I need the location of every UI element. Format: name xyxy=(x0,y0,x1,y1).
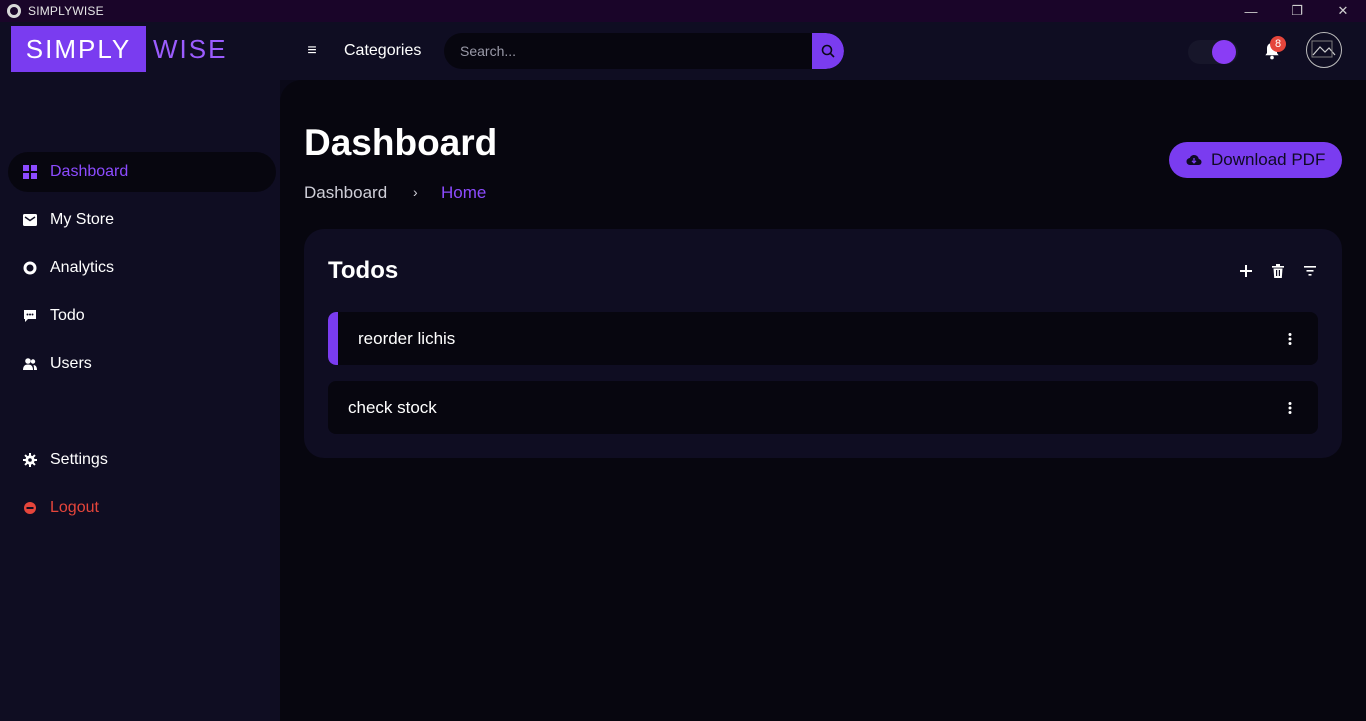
todo-highlight-bar xyxy=(328,312,338,365)
search-icon xyxy=(821,44,835,58)
logo-part-simply: SIMPLY xyxy=(11,26,146,72)
delete-todos-button[interactable] xyxy=(1268,261,1288,281)
minimize-button[interactable]: — xyxy=(1228,0,1274,22)
filter-icon xyxy=(1304,266,1316,276)
todo-more-button[interactable] xyxy=(1282,398,1298,418)
search-bar xyxy=(444,33,844,69)
notification-badge: 8 xyxy=(1270,36,1286,52)
breadcrumb-separator-icon: › xyxy=(413,184,418,200)
todo-more-button[interactable] xyxy=(1282,329,1298,349)
store-icon xyxy=(22,212,38,228)
donut-chart-icon xyxy=(22,260,38,276)
gear-icon xyxy=(22,452,38,468)
plus-icon xyxy=(1240,265,1252,277)
sidebar-item-label: Logout xyxy=(50,499,99,516)
more-vertical-icon xyxy=(1288,402,1292,414)
logo[interactable]: SIMPLY WISE xyxy=(11,26,227,72)
sidebar-item-label: Analytics xyxy=(50,259,115,276)
categories-link[interactable]: Categories xyxy=(344,42,421,60)
breadcrumb-dashboard[interactable]: Dashboard xyxy=(304,183,387,203)
window-title: SIMPLYWISE xyxy=(28,4,104,18)
menu-icon[interactable]: ≡ xyxy=(302,40,322,62)
todo-text: reorder lichis xyxy=(358,329,456,348)
users-icon xyxy=(22,356,38,372)
trash-icon xyxy=(1272,264,1284,278)
breadcrumb-home[interactable]: Home xyxy=(441,183,486,203)
page-title: Dashboard xyxy=(304,122,498,163)
todos-card: Todos reorder lichis check stock xyxy=(304,229,1342,458)
todos-card-title: Todos xyxy=(328,257,399,284)
sidebar: Dashboard My Store Analytics Todo Users … xyxy=(0,80,280,721)
todo-text: check stock xyxy=(348,398,437,417)
logout-icon xyxy=(22,500,38,516)
chat-icon xyxy=(22,308,38,324)
download-pdf-label: Download PDF xyxy=(1211,150,1326,169)
search-input[interactable] xyxy=(444,33,812,69)
search-button[interactable] xyxy=(812,33,844,69)
logo-part-wise: WISE xyxy=(153,33,228,64)
theme-toggle[interactable] xyxy=(1188,40,1238,64)
grid-icon xyxy=(22,164,38,180)
close-button[interactable]: ✕ xyxy=(1320,0,1366,22)
top-header: SIMPLY WISE ≡ Categories 8 xyxy=(0,22,1366,80)
sidebar-item-label: Users xyxy=(50,355,92,372)
sidebar-item-todo[interactable]: Todo xyxy=(8,296,276,336)
sidebar-item-logout[interactable]: Logout xyxy=(8,488,276,528)
todo-item[interactable]: reorder lichis xyxy=(328,312,1318,365)
sidebar-item-label: Settings xyxy=(50,451,108,468)
window-controls: — ❐ ✕ xyxy=(1228,0,1366,22)
sidebar-item-label: Dashboard xyxy=(50,163,129,180)
broken-image-icon xyxy=(1311,40,1336,58)
sidebar-item-users[interactable]: Users xyxy=(8,344,276,384)
window-titlebar: SIMPLYWISE — ❐ ✕ xyxy=(0,0,1366,22)
main-content: Dashboard Dashboard › Home Download PDF … xyxy=(280,80,1366,721)
sidebar-item-label: Todo xyxy=(50,307,85,324)
restore-button[interactable]: ❐ xyxy=(1274,0,1320,22)
cloud-download-icon xyxy=(1186,152,1202,168)
toggle-knob xyxy=(1212,40,1236,64)
sidebar-item-analytics[interactable]: Analytics xyxy=(8,248,276,288)
todo-item[interactable]: check stock xyxy=(328,381,1318,434)
add-todo-button[interactable] xyxy=(1236,261,1256,281)
sidebar-item-dashboard[interactable]: Dashboard xyxy=(8,152,276,192)
app-icon xyxy=(7,4,21,18)
download-pdf-button[interactable]: Download PDF xyxy=(1169,142,1342,178)
filter-todos-button[interactable] xyxy=(1300,261,1320,281)
user-avatar[interactable] xyxy=(1306,32,1342,68)
more-vertical-icon xyxy=(1288,333,1292,345)
sidebar-item-settings[interactable]: Settings xyxy=(8,440,276,480)
sidebar-item-label: My Store xyxy=(50,211,115,228)
sidebar-item-my-store[interactable]: My Store xyxy=(8,200,276,240)
